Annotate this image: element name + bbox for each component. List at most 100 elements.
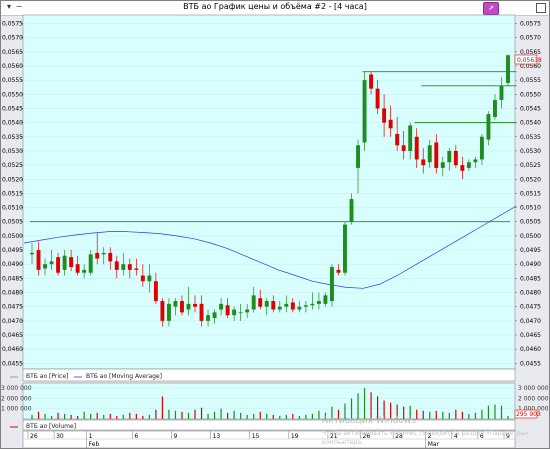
volume-bar xyxy=(96,412,98,419)
watermark-line2: Чтобы активировать Windows, перейдите в … xyxy=(322,430,529,437)
price-tick-label-left: 0,0510 xyxy=(2,205,23,212)
volume-bar xyxy=(64,413,66,419)
volume-bar xyxy=(161,396,164,419)
candle-body xyxy=(232,309,237,316)
candle-body xyxy=(401,145,406,151)
price-tick-label-left: 0,0540 xyxy=(2,120,23,127)
price-tick-label-left: 0,0535 xyxy=(2,134,23,141)
volume-bar xyxy=(122,414,124,419)
volume-bar xyxy=(129,412,131,419)
volume-bar xyxy=(109,413,111,419)
volume-bar xyxy=(494,404,496,419)
price-tick-label-left: 0,0565 xyxy=(2,49,23,56)
candle-body xyxy=(62,255,67,270)
price-tick-label-right: 0,0470 xyxy=(520,318,541,325)
volume-axis-right: 3 000 0002 000 0001 000 000 xyxy=(518,385,549,413)
price-tick-label-right: 0,0490 xyxy=(520,261,541,268)
candle-body xyxy=(127,264,132,270)
price-tick-label-right: 0,0530 xyxy=(520,148,541,155)
volume-bar xyxy=(318,410,320,419)
candle-body xyxy=(140,275,145,282)
candle-body xyxy=(166,303,171,321)
volume-tick-label-left: 3 000 000 xyxy=(1,385,32,392)
price-tick-label-left: 0,0575 xyxy=(2,20,23,27)
candle xyxy=(329,264,334,307)
volume-bar xyxy=(285,414,287,419)
candle-body xyxy=(193,303,197,307)
candle-body xyxy=(447,150,452,163)
candle-body xyxy=(36,250,41,270)
candle-body xyxy=(153,281,158,302)
volume-bar xyxy=(240,412,242,419)
price-tick-label-left: 0,0545 xyxy=(2,105,23,112)
volume-bar xyxy=(461,411,463,419)
volume-axis-left: 3 000 000 2 000 000 1 000 000 xyxy=(1,385,32,413)
candle-body xyxy=(297,306,302,310)
price-tick-label-left: 0,0560 xyxy=(2,63,23,70)
candle-body xyxy=(434,142,439,168)
candle-body xyxy=(323,295,328,304)
volume-bar xyxy=(155,409,157,419)
volume-bar xyxy=(116,415,118,419)
candle-body xyxy=(369,74,374,89)
candle-body xyxy=(108,252,113,262)
volume-bar xyxy=(507,415,509,419)
candle-body xyxy=(421,159,426,166)
price-tick-label-left: 0,0495 xyxy=(2,247,23,254)
legend-volume: ВТБ ао [Volume] xyxy=(26,423,76,430)
candle-body xyxy=(362,80,367,143)
candle-body xyxy=(199,303,204,321)
volume-bar xyxy=(213,411,216,419)
volume-bar xyxy=(435,410,437,419)
candle-body xyxy=(49,261,54,265)
price-tick-label-left: 0,0465 xyxy=(2,332,23,339)
volume-bar xyxy=(103,414,105,419)
candle-body xyxy=(95,252,100,259)
price-volume-chart[interactable]: 0,0575 0,0570 0,0565 0,0560 0,0555 0,0550 0,05… xyxy=(0,0,550,449)
candle-body xyxy=(486,114,491,140)
candle-body xyxy=(258,298,263,307)
volume-bar xyxy=(37,411,40,419)
candle-body xyxy=(356,145,360,168)
price-tick-label-right: 0,0570 xyxy=(520,35,541,42)
candle-body xyxy=(310,303,315,306)
candle-body xyxy=(225,305,230,316)
price-tick-label-right: 0,0545 xyxy=(520,105,541,112)
candle-body xyxy=(212,312,217,319)
candle-body xyxy=(180,301,184,313)
candle-body xyxy=(290,302,295,310)
price-tick-label-left: 0,0570 xyxy=(2,35,23,42)
volume-tick-label-left: 2 000 000 xyxy=(1,395,32,402)
volume-bar xyxy=(77,415,79,419)
month-label: Mar xyxy=(428,441,440,448)
price-tick-label-right: 0,0515 xyxy=(520,190,541,197)
volume-bar xyxy=(31,414,33,419)
candle-body xyxy=(251,295,256,310)
candle-body xyxy=(336,269,341,273)
price-tick-label-right: 0,0540 xyxy=(520,120,541,127)
volume-bar xyxy=(448,412,450,419)
candle-body xyxy=(264,301,269,307)
candle-body xyxy=(173,301,178,307)
price-axis-left: 0,0575 0,0570 0,0565 0,0560 0,0555 0,0550 0,05… xyxy=(2,20,23,367)
volume-bar xyxy=(416,409,418,419)
price-tick-label-right: 0,0475 xyxy=(520,304,541,311)
price-tick-label-left: 0,0520 xyxy=(2,176,23,183)
volume-bar xyxy=(207,413,209,419)
volume-tick-label-right: 2 000 000 xyxy=(518,395,549,402)
price-tick-label-left: 0,0455 xyxy=(2,360,23,367)
price-tick-label-left: 0,0555 xyxy=(2,77,23,84)
volume-bar xyxy=(311,413,313,419)
candle-body xyxy=(460,165,465,171)
price-tick-label-left: 0,0485 xyxy=(2,275,23,282)
candle-body xyxy=(219,303,224,310)
volume-bar xyxy=(233,410,235,419)
candle-body xyxy=(114,261,119,270)
candle xyxy=(343,221,347,276)
candle-body xyxy=(408,125,413,151)
volume-tick-label-left: 1 000 000 xyxy=(1,406,32,413)
volume-bar xyxy=(200,407,203,419)
candle-body xyxy=(506,55,510,83)
candle-body xyxy=(329,267,334,302)
candle-body xyxy=(245,309,250,313)
